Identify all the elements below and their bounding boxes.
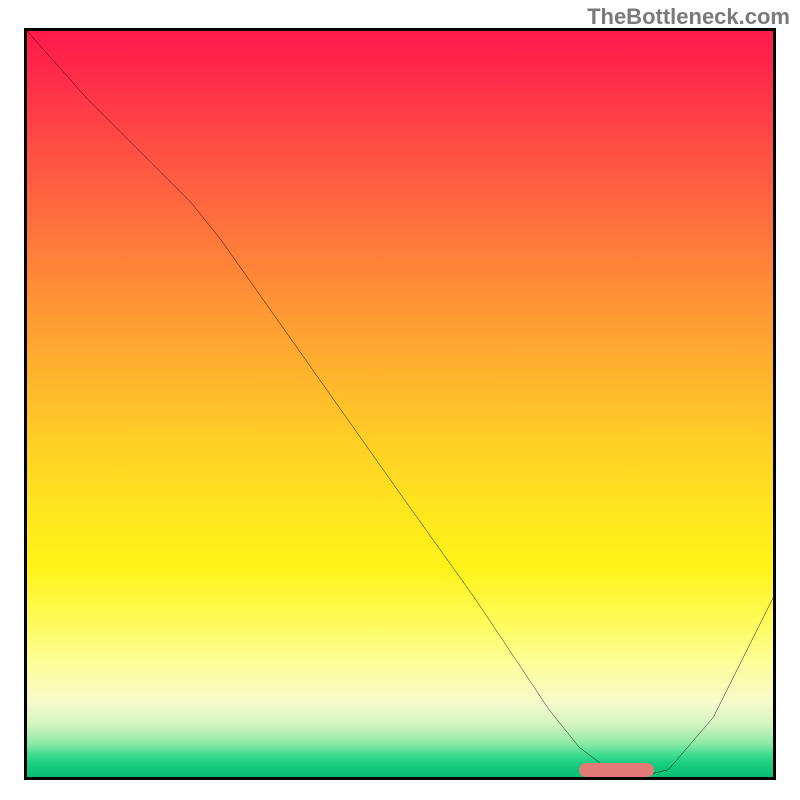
bottleneck-curve: [27, 31, 773, 777]
target-marker: [579, 763, 654, 777]
watermark-text: TheBottleneck.com: [587, 4, 790, 30]
chart-frame: [24, 28, 776, 780]
